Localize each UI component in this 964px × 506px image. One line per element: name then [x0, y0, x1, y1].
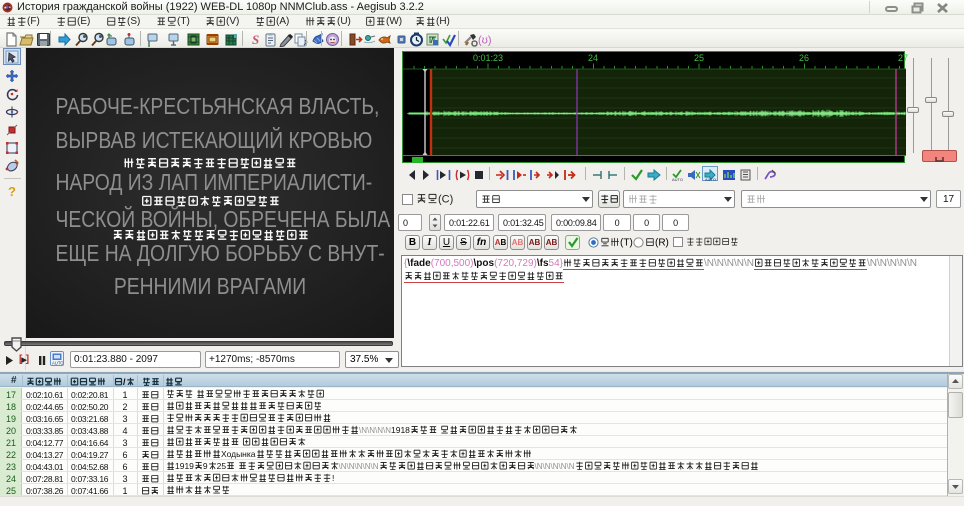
svg-text:S: S: [252, 32, 259, 47]
svg-text:(ʊ): (ʊ): [478, 35, 492, 47]
svg-text:AUTO: AUTO: [672, 177, 683, 181]
svg-text:AUTO: AUTO: [52, 361, 63, 366]
svg-text:AUTO: AUTO: [705, 177, 716, 181]
svg-text:?: ?: [8, 184, 16, 198]
